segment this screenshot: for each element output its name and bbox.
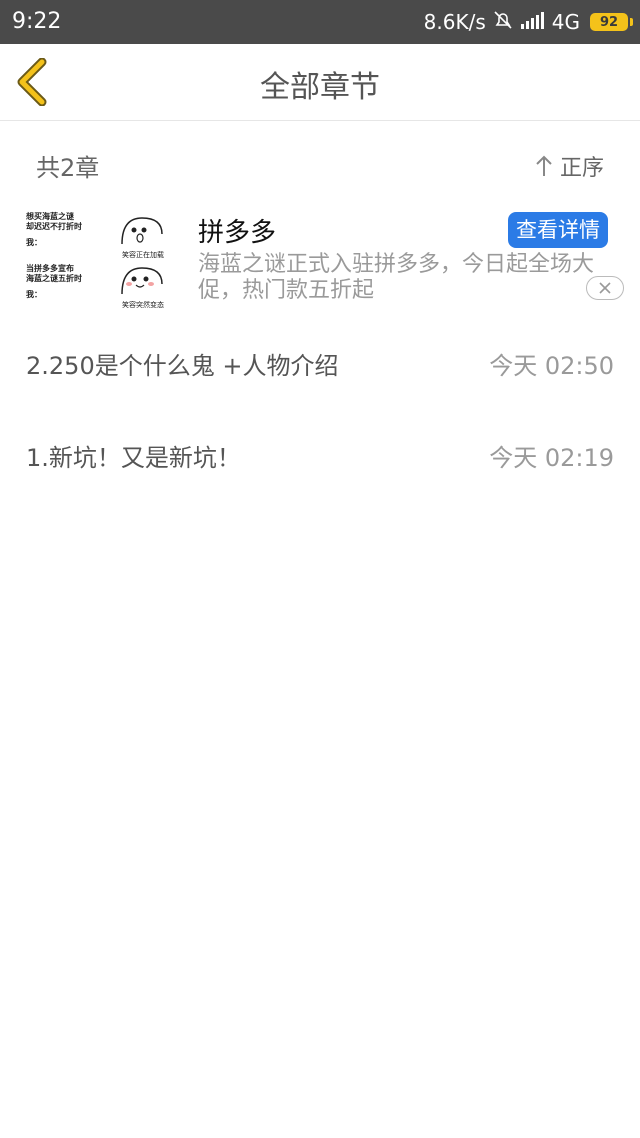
chapter-count: 共2章 bbox=[36, 154, 100, 182]
meme-line: 我： bbox=[26, 238, 42, 247]
meme-line: 却迟迟不打折时 bbox=[26, 222, 82, 231]
network-type: 4G bbox=[551, 10, 580, 34]
list-item[interactable]: 1.新坑！又是新坑！ 今天 02:19 bbox=[26, 438, 614, 473]
chapter-title: 1.新坑！又是新坑！ bbox=[26, 444, 241, 472]
ad-banner[interactable]: 想买海蓝之谜 却迟迟不打折时 我： 当拼多多宣布 海蓝之谜五折时 我： 笑容正在… bbox=[0, 200, 640, 310]
meme-line: 我： bbox=[26, 290, 42, 299]
battery-icon: 92 bbox=[590, 13, 633, 31]
status-bar: 9:22 8.6K/s 4G 92 bbox=[0, 0, 640, 44]
meme-face-icon bbox=[121, 217, 163, 245]
meme-line: 海蓝之谜五折时 bbox=[26, 274, 82, 283]
status-right: 8.6K/s 4G 92 bbox=[423, 9, 633, 36]
meme-line: 当拼多多宣布 bbox=[26, 264, 74, 273]
chapter-title: 2.250是个什么鬼 +人物介绍 bbox=[26, 352, 339, 380]
sort-toggle[interactable]: 正序 bbox=[534, 150, 604, 182]
meme-caption-top: 笑容正在加载 bbox=[122, 251, 164, 259]
network-speed: 8.6K/s bbox=[423, 10, 486, 34]
arrow-up-icon bbox=[536, 155, 552, 176]
sort-label: 正序 bbox=[559, 156, 604, 181]
meme-line: 想买海蓝之谜 bbox=[26, 212, 74, 221]
signal-icon bbox=[520, 10, 546, 35]
close-icon bbox=[599, 282, 611, 294]
battery-level: 92 bbox=[599, 14, 619, 30]
nav-bar: 全部章节 bbox=[0, 44, 640, 121]
ad-image: 想买海蓝之谜 却迟迟不打折时 我： 当拼多多宣布 海蓝之谜五折时 我： 笑容正在… bbox=[26, 208, 176, 309]
meme-text-bottom: 当拼多多宣布 海蓝之谜五折时 我： bbox=[26, 264, 82, 300]
mute-bell-icon bbox=[492, 9, 514, 36]
ad-title: 拼多多 bbox=[198, 218, 277, 248]
ad-description: 海蓝之谜正式入驻拼多多，今日起全场大促，热门款五折起 bbox=[198, 252, 595, 303]
meme-caption-bottom: 笑容突然变态 bbox=[122, 301, 164, 309]
chapter-time: 今天 02:50 bbox=[489, 352, 614, 380]
list-item[interactable]: 2.250是个什么鬼 +人物介绍 今天 02:50 bbox=[26, 346, 614, 381]
status-time: 9:22 bbox=[12, 9, 62, 34]
page-title: 全部章节 bbox=[260, 70, 380, 105]
meme-text-top: 想买海蓝之谜 却迟迟不打折时 我： bbox=[26, 212, 82, 248]
view-details-button[interactable]: 查看详情 bbox=[508, 212, 608, 248]
meme-face-happy-icon bbox=[121, 267, 163, 295]
chapter-time: 今天 02:19 bbox=[489, 444, 614, 472]
ad-close-button[interactable] bbox=[586, 276, 624, 300]
